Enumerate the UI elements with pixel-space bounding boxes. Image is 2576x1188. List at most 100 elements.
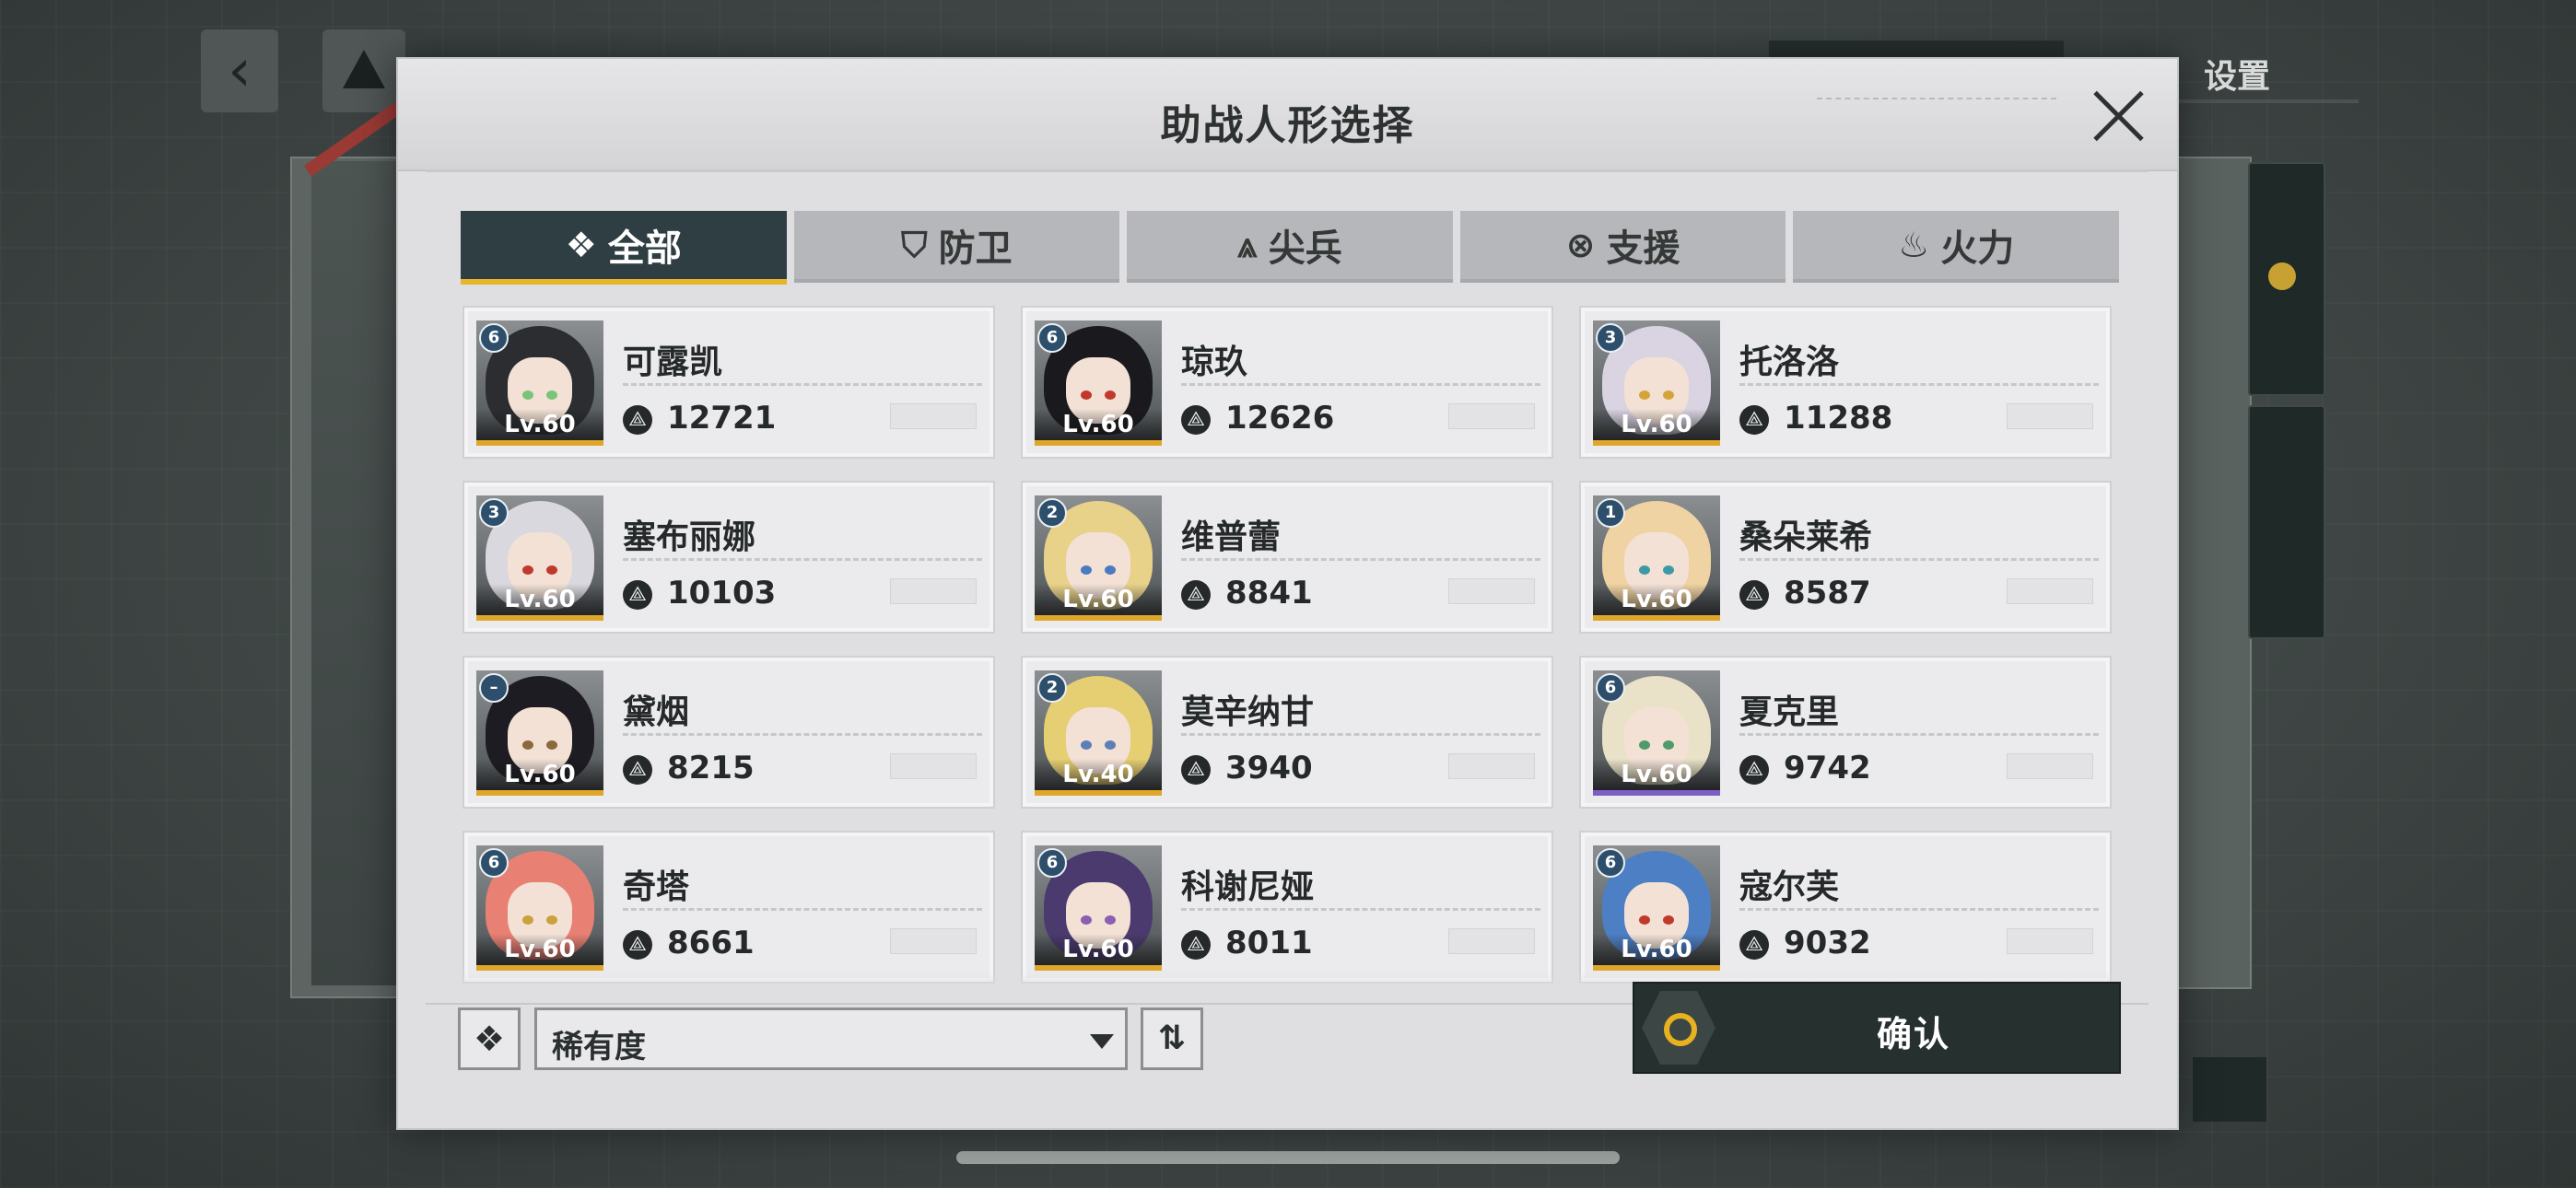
- neural-rank-badge: 6: [1596, 848, 1625, 878]
- diamond-filter-icon[interactable]: ❖: [458, 1007, 521, 1070]
- portrait-eye: [1663, 740, 1674, 750]
- tab-4[interactable]: ♨ 火力: [1793, 211, 2119, 283]
- card-decoration-tag: [1448, 753, 1535, 779]
- chevron-down-icon: [1090, 1034, 1114, 1049]
- card-divider: [1181, 908, 1540, 911]
- card-decoration-tag: [1448, 578, 1535, 604]
- portrait-eye: [1105, 740, 1116, 750]
- portrait-eye: [522, 740, 533, 750]
- card-decoration-tag: [2007, 753, 2093, 779]
- doll-card[interactable]: Lv.60 6 可露凯 ⟁ 12721: [463, 306, 995, 459]
- tab-1[interactable]: ⛉ 防卫: [793, 211, 1120, 283]
- neural-rank-badge: 6: [1037, 323, 1067, 353]
- doll-level: Lv.60: [1035, 934, 1162, 965]
- class-filter-tabs: ❖ 全部 ⛉ 防卫 ⩓ 尖兵 ⊗ 支援 ♨ 火力: [461, 211, 2119, 285]
- tab-2[interactable]: ⩓ 尖兵: [1127, 211, 1453, 283]
- portrait-eye: [1639, 915, 1650, 925]
- card-decoration-tag: [890, 928, 977, 954]
- card-decoration-tag: [2007, 578, 2093, 604]
- neural-rank-badge: 6: [1596, 673, 1625, 703]
- doll-list[interactable]: Lv.60 6 可露凯 ⟁ 12721 Lv.60 6 琼玖 ⟁ 12626 L…: [463, 306, 2121, 998]
- doll-portrait: Lv.60 1: [1593, 495, 1720, 621]
- doll-card[interactable]: Lv.60 6 夏克里 ⟁ 9742: [1579, 656, 2112, 809]
- combat-power-icon: ⟁: [623, 405, 652, 435]
- doll-portrait: Lv.60 2: [1035, 495, 1162, 621]
- card-divider: [623, 733, 982, 736]
- tab-label: 尖兵: [1268, 227, 1342, 270]
- doll-level: Lv.60: [476, 584, 603, 615]
- doll-card[interactable]: Lv.60 1 桑朵莱希 ⟁ 8587: [1579, 481, 2112, 634]
- card-divider: [1739, 733, 2099, 736]
- doll-card[interactable]: Lv.60 6 奇塔 ⟁ 8661: [463, 831, 995, 984]
- card-decoration-tag: [1448, 928, 1535, 954]
- card-decoration-tag: [890, 578, 977, 604]
- portrait-eye: [1081, 390, 1092, 400]
- tab-label: 全部: [607, 227, 682, 270]
- combat-power-icon: ⟁: [623, 930, 652, 960]
- card-decoration-tag: [1448, 403, 1535, 429]
- portrait-eye: [546, 565, 557, 575]
- doll-card[interactable]: Lv.60 6 科谢尼娅 ⟁ 8011: [1021, 831, 1553, 984]
- doll-combat-power: 8587: [1784, 575, 1871, 611]
- portrait-eye: [522, 915, 533, 925]
- tab-3[interactable]: ⊗ 支援: [1459, 211, 1786, 283]
- rarity-bar: [1035, 790, 1162, 796]
- flame-icon: ♨: [1898, 225, 1930, 265]
- doll-combat-power: 8841: [1225, 575, 1313, 611]
- doll-card[interactable]: Lv.60 2 维普蕾 ⟁ 8841: [1021, 481, 1553, 634]
- doll-combat-power: 3940: [1225, 750, 1313, 786]
- doll-card[interactable]: Lv.60 6 琼玖 ⟁ 12626: [1021, 306, 1553, 459]
- neural-rank-badge: 3: [479, 498, 509, 528]
- home-indicator[interactable]: [956, 1151, 1620, 1164]
- doll-card[interactable]: Lv.60 – 黛烟 ⟁ 8215: [463, 656, 995, 809]
- doll-combat-power: 11288: [1784, 400, 1893, 437]
- doll-portrait: Lv.60 6: [1593, 845, 1720, 971]
- combat-power-icon: ⟁: [1181, 405, 1211, 435]
- tab-label: 支援: [1606, 227, 1680, 270]
- combat-power-icon: ⟁: [1181, 930, 1211, 960]
- logo-icon[interactable]: [322, 29, 405, 112]
- doll-level: Lv.60: [476, 409, 603, 440]
- sort-order-icon[interactable]: ⇅: [1141, 1007, 1203, 1070]
- portrait-eye: [1081, 565, 1092, 575]
- back-arrow-icon[interactable]: ‹: [201, 29, 278, 112]
- combat-power-icon: ⟁: [1739, 930, 1769, 960]
- doll-name: 莫辛纳甘: [1181, 693, 1315, 731]
- card-divider: [1739, 908, 2099, 911]
- card-divider: [1739, 558, 2099, 561]
- doll-level: Lv.60: [476, 934, 603, 965]
- dialog-header: 助战人形选择: [398, 59, 2177, 171]
- combat-power-icon: ⟁: [623, 755, 652, 785]
- doll-level: Lv.60: [1035, 409, 1162, 440]
- doll-name: 可露凯: [623, 344, 723, 381]
- sort-dropdown[interactable]: 稀有度: [534, 1007, 1128, 1070]
- rarity-bar: [476, 440, 603, 446]
- background-settings-label: 设置: [2204, 58, 2271, 96]
- rarity-bar: [1593, 615, 1720, 621]
- doll-card[interactable]: Lv.40 2 莫辛纳甘 ⟁ 3940: [1021, 656, 1553, 809]
- doll-portrait: Lv.60 –: [476, 670, 603, 796]
- card-divider: [623, 558, 982, 561]
- doll-card[interactable]: Lv.60 3 托洛洛 ⟁ 11288: [1579, 306, 2112, 459]
- doll-card[interactable]: Lv.60 6 寇尔芙 ⟁ 9032: [1579, 831, 2112, 984]
- neural-rank-badge: 2: [1037, 498, 1067, 528]
- background-indicator-icon: [2268, 262, 2296, 290]
- portrait-eye: [546, 740, 557, 750]
- close-button[interactable]: [2089, 87, 2148, 146]
- portrait-eye: [546, 915, 557, 925]
- portrait-eye: [1081, 915, 1092, 925]
- confirm-button[interactable]: 确认: [1634, 984, 2119, 1072]
- card-decoration-tag: [2007, 403, 2093, 429]
- portrait-eye: [1639, 390, 1650, 400]
- doll-level: Lv.40: [1035, 759, 1162, 790]
- tab-0[interactable]: ❖ 全部: [461, 211, 787, 285]
- portrait-eye: [1105, 915, 1116, 925]
- combat-power-icon: ⟁: [1181, 755, 1211, 785]
- card-decoration-tag: [2007, 928, 2093, 954]
- card-decoration-tag: [890, 753, 977, 779]
- doll-name: 寇尔芙: [1739, 868, 1840, 906]
- doll-card[interactable]: Lv.60 3 塞布丽娜 ⟁ 10103: [463, 481, 995, 634]
- rarity-bar: [1035, 440, 1162, 446]
- neural-rank-badge: 2: [1037, 673, 1067, 703]
- tab-label: 防卫: [938, 227, 1013, 270]
